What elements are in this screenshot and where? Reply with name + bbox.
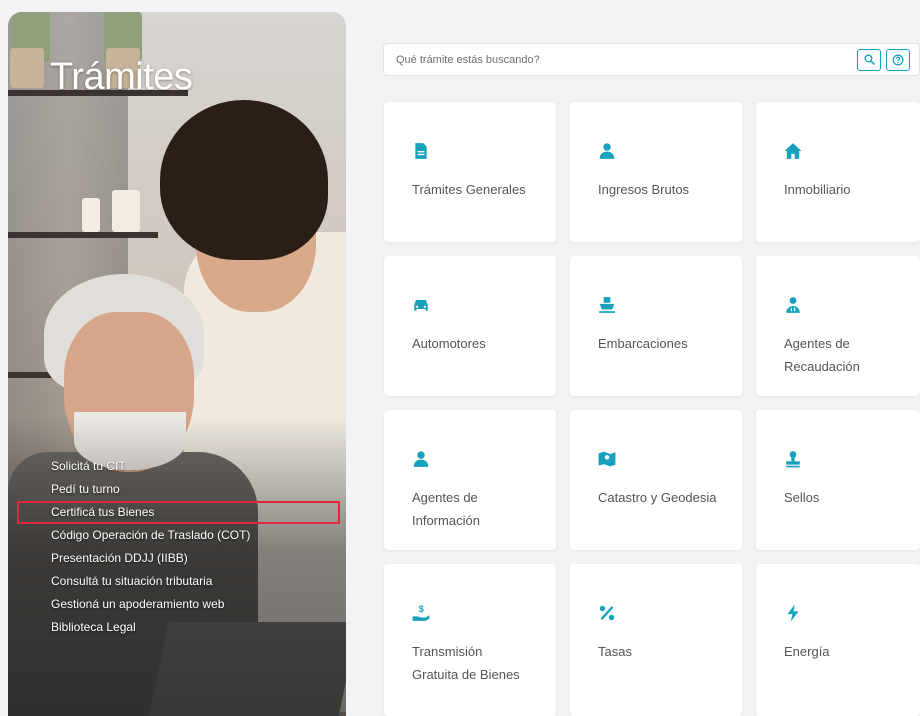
card-tramites-generales[interactable]: Trámites Generales (384, 102, 556, 242)
card-label: Ingresos Brutos (598, 182, 690, 197)
stamp-icon (786, 451, 800, 468)
pot (10, 48, 44, 88)
quick-link-turno[interactable]: Pedí tu turno (8, 478, 346, 501)
car-icon (414, 299, 428, 311)
house-icon (784, 143, 802, 159)
quick-link-situacion-tributaria[interactable]: Consultá tu situación tributaria (8, 570, 346, 593)
search-button[interactable] (857, 49, 881, 71)
quick-link-ddjj[interactable]: Presentación DDJJ (IIBB) (8, 547, 346, 570)
card-label: Agentes de Recaudación (784, 336, 860, 374)
card-label: Inmobiliario (784, 182, 851, 197)
help-circle-icon (892, 54, 904, 66)
card-label: Tasas (598, 644, 632, 659)
bolt-icon (787, 604, 799, 622)
percent-icon (599, 605, 615, 621)
card-automotores[interactable]: Automotores (384, 256, 556, 396)
card-agentes-recaudacion[interactable]: Agentes de Recaudación (756, 256, 920, 396)
map-icon (598, 451, 616, 467)
card-label: Catastro y Geodesia (598, 490, 717, 505)
card-energia[interactable]: Energía (756, 564, 920, 716)
card-tasas[interactable]: Tasas (570, 564, 742, 716)
candle (82, 198, 100, 232)
card-label: Trámites Generales (412, 182, 526, 197)
svg-text:$: $ (419, 604, 424, 614)
agent-icon (786, 297, 800, 313)
card-label: Transmisión Gratuita de Bienes (412, 644, 520, 682)
ship-icon (599, 297, 615, 313)
candle (112, 190, 140, 232)
page-title: Trámites (50, 56, 193, 98)
card-label: Embarcaciones (598, 336, 688, 351)
search-bar (383, 43, 920, 76)
document-icon (415, 143, 427, 159)
card-ingresos-brutos[interactable]: Ingresos Brutos (570, 102, 742, 242)
card-label: Sellos (784, 490, 820, 505)
card-catastro-geodesia[interactable]: Catastro y Geodesia (570, 410, 742, 550)
card-label: Agentes de Información (412, 490, 480, 528)
young-man-hair (160, 100, 328, 260)
card-label: Automotores (412, 336, 486, 351)
user-icon (599, 143, 615, 159)
search-input[interactable] (384, 44, 844, 75)
quick-link-cot[interactable]: Código Operación de Traslado (COT) (8, 524, 346, 547)
card-agentes-informacion[interactable]: Agentes de Información (384, 410, 556, 550)
help-button[interactable] (886, 49, 910, 71)
quick-links-list: Solicitá tu CIT Pedí tu turno Certificá … (8, 455, 346, 639)
card-embarcaciones[interactable]: Embarcaciones (570, 256, 742, 396)
hand-money-icon: $ (412, 604, 430, 621)
user-icon (413, 451, 429, 467)
search-icon (863, 54, 875, 65)
quick-link-cit[interactable]: Solicitá tu CIT (8, 455, 346, 478)
card-inmobiliario[interactable]: Inmobiliario (756, 102, 920, 242)
quick-link-certifica-bienes[interactable]: Certificá tus Bienes (17, 501, 340, 524)
shelf (8, 232, 158, 238)
card-sellos[interactable]: Sellos (756, 410, 920, 550)
card-transmision-gratuita[interactable]: $ Transmisión Gratuita de Bienes (384, 564, 556, 716)
quick-link-biblioteca[interactable]: Biblioteca Legal (8, 616, 346, 639)
quick-link-apoderamiento[interactable]: Gestioná un apoderamiento web (8, 593, 346, 616)
card-label: Energía (784, 644, 830, 659)
